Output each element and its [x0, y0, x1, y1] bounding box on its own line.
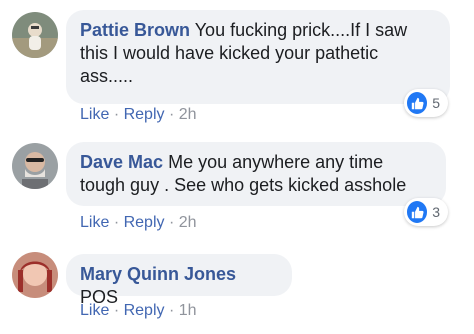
avatar[interactable]	[12, 12, 58, 58]
comment-bubble: Dave Mac Me you anywhere any time tough …	[66, 142, 446, 206]
thumbs-up-icon	[407, 201, 428, 223]
comment-author[interactable]: Pattie Brown	[80, 20, 190, 40]
avatar-image	[12, 12, 58, 58]
comment-actions: Like · Reply · 2h	[80, 106, 197, 124]
reply-link[interactable]: Reply	[124, 302, 165, 319]
reaction-count: 5	[432, 95, 440, 111]
thumbs-up-icon	[407, 92, 428, 114]
avatar-image	[12, 143, 58, 189]
reaction-count-badge[interactable]: 3	[404, 198, 448, 226]
comment-actions: Like · Reply · 2h	[80, 214, 197, 232]
separator-dot: ·	[168, 214, 175, 231]
comment-text-line: ass.....	[80, 66, 134, 86]
comment-timestamp[interactable]: 2h	[179, 106, 197, 123]
comment-timestamp[interactable]: 2h	[179, 214, 197, 231]
comment-actions: Like · Reply · 1h	[80, 302, 197, 320]
separator-dot: ·	[168, 302, 175, 319]
reaction-count-badge[interactable]: 5	[404, 89, 448, 117]
comment-author[interactable]: Dave Mac	[80, 152, 163, 172]
comment-text-line: Me you anywhere any time	[168, 152, 384, 172]
comment-timestamp[interactable]: 1h	[179, 302, 197, 319]
reply-link[interactable]: Reply	[124, 214, 165, 231]
separator-dot: ·	[168, 106, 175, 123]
comment-bubble: Mary Quinn Jones POS	[66, 254, 292, 307]
comment-bubble: Pattie Brown You fucking prick....If I s…	[66, 10, 450, 104]
avatar[interactable]	[12, 252, 58, 298]
comment-text-line: this I would have kicked your pathetic	[80, 43, 379, 63]
comment-text-line: tough guy . See who gets kicked asshole	[80, 175, 407, 195]
comment-text-line: You fucking prick....If I saw	[194, 20, 408, 40]
separator-dot: ·	[113, 302, 120, 319]
separator-dot: ·	[113, 214, 120, 231]
reply-link[interactable]: Reply	[124, 106, 165, 123]
like-link[interactable]: Like	[80, 302, 109, 319]
comment-author[interactable]: Mary Quinn Jones	[80, 264, 236, 284]
like-link[interactable]: Like	[80, 214, 109, 231]
reaction-count: 3	[432, 204, 440, 220]
avatar[interactable]	[12, 143, 58, 189]
separator-dot: ·	[113, 106, 120, 123]
avatar-image	[12, 252, 58, 298]
like-link[interactable]: Like	[80, 106, 109, 123]
